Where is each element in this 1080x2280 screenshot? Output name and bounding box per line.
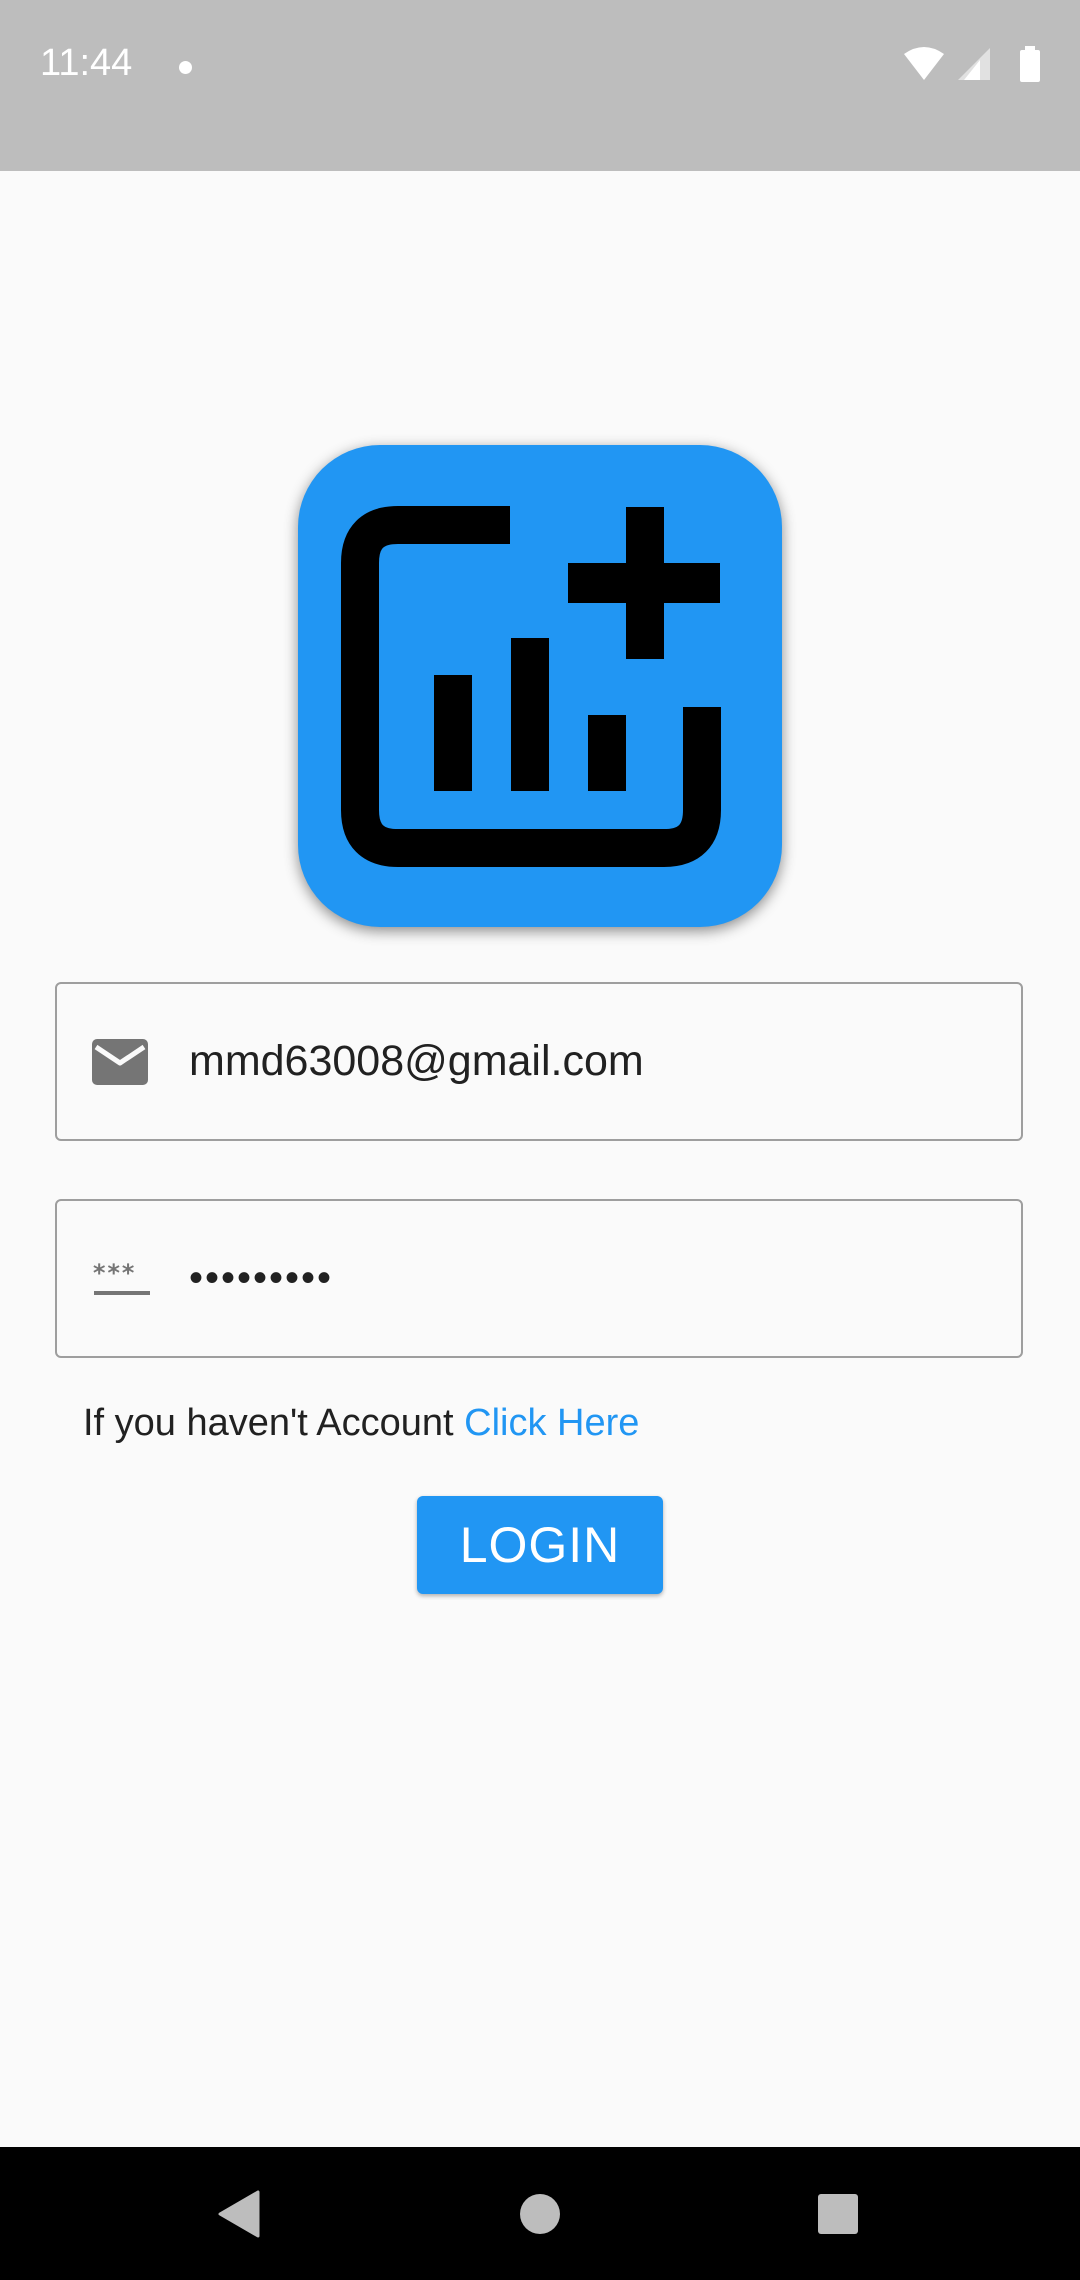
svg-text:***: *** <box>92 1261 135 1287</box>
recents-icon <box>818 2193 858 2234</box>
wifi-icon <box>904 47 944 80</box>
status-time: 11:44 <box>40 42 133 84</box>
password-value: ••••••••• <box>189 1256 334 1300</box>
login-button[interactable]: LOGIN <box>417 1496 663 1594</box>
register-prompt-text: If you haven't Account <box>83 1402 465 1444</box>
battery-icon <box>1020 50 1040 82</box>
nav-recents-button[interactable] <box>778 2147 898 2280</box>
navigation-bar <box>0 2147 1080 2280</box>
back-icon <box>218 2190 260 2237</box>
wifi-signal-battery-icons <box>904 46 1040 82</box>
notification-dot-icon <box>179 61 192 74</box>
nav-home-button[interactable] <box>480 2147 600 2280</box>
register-link[interactable]: Click Here <box>464 1402 639 1444</box>
nav-back-button[interactable] <box>180 2147 300 2280</box>
email-icon <box>92 984 148 1139</box>
status-bar: 11:44 <box>0 0 1080 171</box>
email-value: mmd63008@gmail.com <box>189 1037 644 1085</box>
password-field[interactable]: *** ••••••••• <box>55 1199 1023 1358</box>
home-icon <box>520 2193 560 2234</box>
chart-add-icon <box>341 506 721 867</box>
status-icons <box>902 46 1042 86</box>
password-icon: *** <box>92 1201 152 1356</box>
app-logo <box>298 445 782 927</box>
email-field[interactable]: mmd63008@gmail.com <box>55 982 1023 1141</box>
register-prompt: If you haven't Account Click Here <box>83 1402 639 1445</box>
login-screen: 11:44 mmd63008@gmail.com *** ••••••••• I… <box>0 0 1080 2280</box>
